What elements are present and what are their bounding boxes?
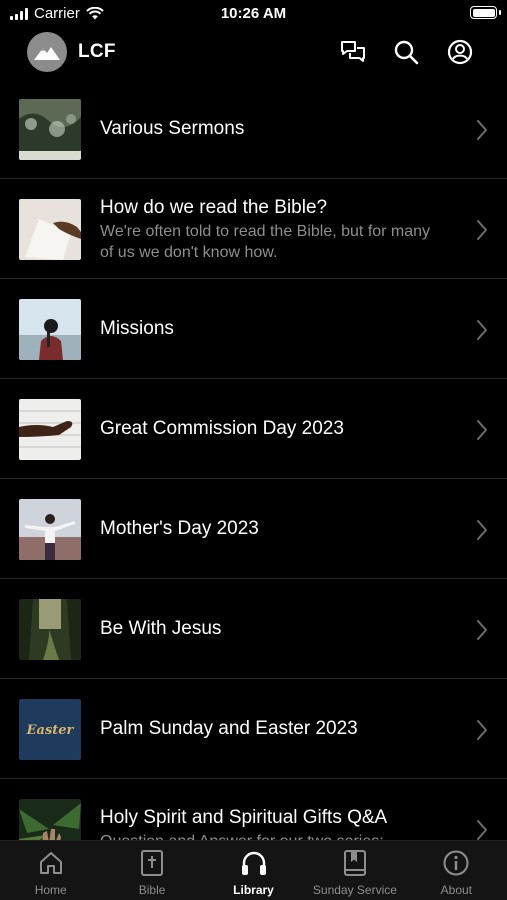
chevron-right-icon: [477, 720, 487, 740]
app-header: LCF: [0, 30, 507, 76]
series-row[interactable]: Missions: [0, 279, 507, 379]
chat-icon: [341, 41, 365, 62]
tab-label: Sunday Service: [312, 883, 397, 897]
tab-label: About: [440, 883, 472, 897]
series-thumbnail: [19, 399, 81, 460]
series-text: Mother's Day 2023: [100, 479, 447, 579]
chevron-right-icon: [477, 620, 487, 640]
series-text: How do we read the Bible? We're often tol…: [100, 179, 447, 279]
series-list: Various Sermons How do we read the Bible?…: [0, 79, 507, 841]
info-icon: [442, 849, 470, 877]
easter-thumb-text: Easter: [26, 723, 75, 738]
tab-library[interactable]: Library: [203, 841, 304, 900]
chevron-right-icon: [477, 120, 487, 140]
bookmark-book-icon: [341, 849, 369, 877]
chat-button[interactable]: [339, 38, 367, 66]
series-row[interactable]: Easter Palm Sunday and Easter 2023: [0, 679, 507, 779]
account-button[interactable]: [446, 38, 474, 66]
church-logo[interactable]: [27, 32, 67, 72]
tab-bar: Home Bible Library Sunday Service About: [0, 840, 507, 900]
search-icon: [394, 40, 419, 65]
chevron-right-icon: [477, 420, 487, 440]
tab-label: Home: [34, 883, 67, 897]
series-thumbnail: [19, 599, 81, 660]
headphones-icon: [240, 849, 268, 877]
series-thumbnail: [19, 499, 81, 560]
chevron-right-icon: [477, 820, 487, 840]
chevron-right-icon: [477, 220, 487, 240]
series-row[interactable]: Various Sermons: [0, 79, 507, 179]
series-title: Mother's Day 2023: [100, 518, 259, 539]
account-icon: [447, 39, 473, 65]
series-thumbnail: [19, 799, 81, 841]
search-button[interactable]: [392, 38, 420, 66]
series-subtitle: We're often told to read the Bible, but …: [100, 222, 431, 261]
series-title: Missions: [100, 318, 174, 339]
status-bar: Carrier 10:26 AM: [0, 0, 507, 28]
series-thumbnail: [19, 99, 81, 160]
status-time: 10:26 AM: [220, 5, 287, 22]
tab-label: Bible: [138, 883, 166, 897]
series-row[interactable]: How do we read the Bible? We're often tol…: [0, 179, 507, 279]
tab-home[interactable]: Home: [0, 841, 101, 900]
series-thumbnail: [19, 299, 81, 360]
series-row[interactable]: Holy Spirit and Spiritual Gifts Q&AQuest…: [0, 779, 507, 841]
series-thumbnail: Easter: [19, 699, 81, 760]
battery-cap: [499, 10, 501, 15]
home-icon: [37, 849, 65, 877]
chevron-right-icon: [477, 520, 487, 540]
series-text: Palm Sunday and Easter 2023: [100, 679, 447, 779]
series-thumbnail: [19, 199, 81, 260]
series-text: Holy Spirit and Spiritual Gifts Q&AQuest…: [100, 779, 447, 841]
series-row[interactable]: Mother's Day 2023: [0, 479, 507, 579]
tab-about[interactable]: About: [406, 841, 507, 900]
series-title: Be With Jesus: [100, 618, 222, 639]
tab-bible[interactable]: Bible: [101, 841, 202, 900]
series-text: Be With Jesus: [100, 579, 447, 679]
bible-icon: [138, 849, 166, 877]
series-row[interactable]: Great Commission Day 2023: [0, 379, 507, 479]
tab-sunday[interactable]: Sunday Service: [304, 841, 405, 900]
series-text: Various Sermons: [100, 79, 447, 179]
series-title: Holy Spirit and Spiritual Gifts Q&A: [100, 807, 388, 828]
series-title: Various Sermons: [100, 118, 245, 139]
series-text: Missions: [100, 279, 447, 379]
series-row[interactable]: Be With Jesus: [0, 579, 507, 679]
series-title: How do we read the Bible?: [100, 196, 328, 218]
battery-icon: [470, 6, 497, 19]
series-title: Great Commission Day 2023: [100, 418, 344, 439]
series-title: Palm Sunday and Easter 2023: [100, 718, 358, 739]
tab-label: Library: [233, 883, 274, 897]
chevron-right-icon: [477, 320, 487, 340]
app-title: LCF: [78, 41, 116, 62]
series-text: Great Commission Day 2023: [100, 379, 447, 479]
mountain-logo-icon: [34, 47, 60, 60]
